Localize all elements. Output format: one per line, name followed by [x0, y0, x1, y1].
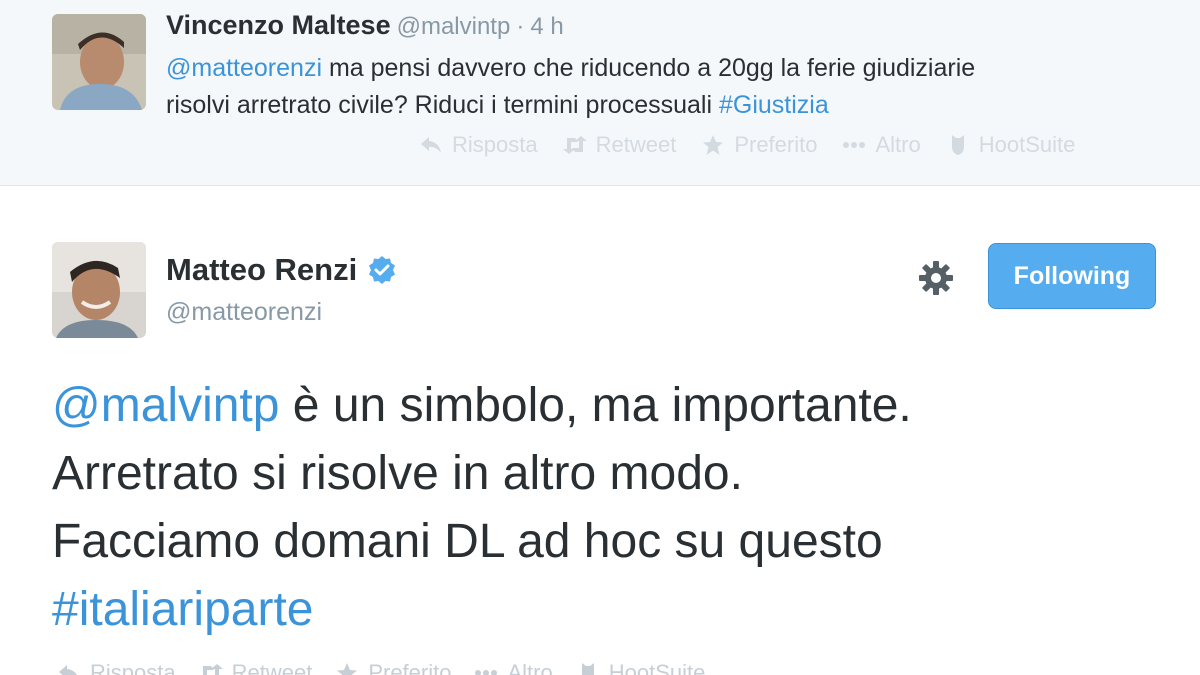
hootsuite-action[interactable]: HootSuite	[945, 132, 1076, 158]
more-label: Altro	[507, 660, 553, 675]
hashtag-link[interactable]: #italiariparte	[52, 576, 1172, 644]
ellipsis-icon	[841, 132, 867, 158]
author-name[interactable]: Matteo Renzi	[166, 252, 357, 288]
ellipsis-icon	[473, 660, 499, 675]
tweet-text-part: è un simbolo, ma importante.	[279, 379, 912, 432]
reply-tweet[interactable]: Vincenzo Maltese @malvintp · 4 h @matteoren…	[0, 0, 1200, 186]
reply-arrow-icon	[56, 660, 82, 675]
more-action[interactable]: Altro	[841, 132, 921, 158]
mention-link[interactable]: @matteorenzi	[166, 54, 322, 82]
retweet-label: Retweet	[595, 132, 677, 157]
favorite-action[interactable]: Preferito	[334, 660, 451, 675]
reply-action[interactable]: Risposta	[418, 132, 538, 158]
hootsuite-label: HootSuite	[608, 660, 706, 675]
reply-author-line: Vincenzo Maltese @malvintp · 4 h	[166, 10, 564, 41]
mention-link[interactable]: @malvintp	[52, 379, 279, 432]
owl-icon	[575, 660, 601, 675]
retweet-icon	[198, 660, 224, 675]
favorite-label: Preferito	[368, 660, 452, 675]
star-icon	[334, 660, 360, 675]
main-author-line: Matteo Renzi	[166, 252, 397, 288]
hashtag-link[interactable]: #Giustizia	[719, 91, 829, 119]
reply-arrow-icon	[418, 132, 444, 158]
gear-icon	[918, 260, 954, 301]
following-button[interactable]: Following	[988, 243, 1156, 309]
star-icon	[700, 132, 726, 158]
tweet-text-line: Arretrato si risolve in altro modo.	[52, 447, 743, 500]
retweet-icon	[562, 132, 588, 158]
reply-label: Risposta	[90, 660, 176, 675]
avatar-vincenzo-maltese[interactable]	[52, 14, 146, 110]
tweet-text-part: ma pensi davvero che riducendo a 20gg la…	[322, 54, 976, 82]
main-tweet-actions: Risposta Retweet Preferito Altro HootSui…	[56, 660, 705, 675]
tweet-text-part: risolvi arretrato civile? Riduci i termi…	[166, 91, 719, 119]
reply-action[interactable]: Risposta	[56, 660, 176, 675]
hootsuite-action[interactable]: HootSuite	[575, 660, 706, 675]
reply-tweet-actions: Risposta Retweet Preferito Altro HootSui…	[418, 132, 1075, 158]
author-name[interactable]: Vincenzo Maltese	[166, 10, 391, 40]
author-handle[interactable]: @malvintp	[397, 13, 511, 40]
main-tweet-text: @malvintp è un simbolo, ma importante. A…	[52, 372, 1172, 644]
favorite-action[interactable]: Preferito	[700, 132, 817, 158]
retweet-action[interactable]: Retweet	[562, 132, 677, 158]
more-action[interactable]: Altro	[473, 660, 553, 675]
hootsuite-label: HootSuite	[978, 132, 1076, 157]
more-label: Altro	[875, 132, 921, 157]
settings-button[interactable]	[914, 258, 958, 302]
retweet-label: Retweet	[231, 660, 313, 675]
separator-dot: ·	[516, 13, 525, 40]
reply-label: Risposta	[452, 132, 538, 157]
tweet-timestamp[interactable]: 4 h	[530, 13, 563, 40]
author-handle[interactable]: @matteorenzi	[166, 298, 322, 327]
retweet-action[interactable]: Retweet	[198, 660, 313, 675]
reply-tweet-text: @matteorenzi ma pensi davvero che riduce…	[166, 50, 1156, 124]
tweet-text-line: @malvintp è un simbolo, ma importante.	[52, 372, 1172, 440]
tweet-text-line: Facciamo domani DL ad hoc su questo	[52, 515, 883, 568]
avatar-matteo-renzi[interactable]	[52, 242, 146, 338]
owl-icon	[945, 132, 971, 158]
verified-badge-icon	[367, 255, 397, 285]
favorite-label: Preferito	[734, 132, 818, 157]
